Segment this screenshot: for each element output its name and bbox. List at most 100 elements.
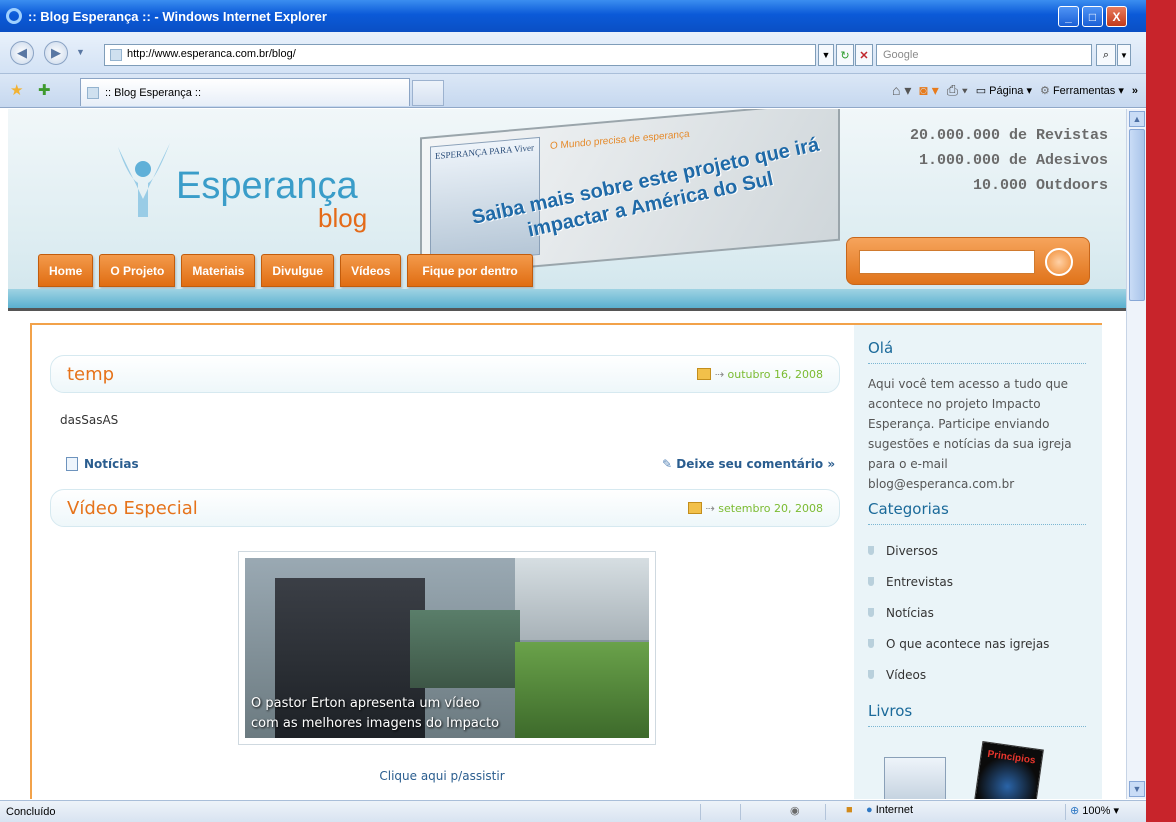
tools-menu[interactable]: ⚙ Ferramentas ▾ <box>1040 84 1124 97</box>
video-caption: O pastor Erton apresenta um vídeo com as… <box>251 694 499 734</box>
category-label: Notícias <box>886 605 934 620</box>
post-title[interactable]: Vídeo Especial <box>67 498 198 519</box>
protected-mode-icon[interactable]: ■ <box>846 804 853 816</box>
video-thumbnail[interactable]: O pastor Erton apresenta um vídeo com as… <box>238 551 656 745</box>
category-item[interactable]: Vídeos <box>868 659 1086 690</box>
site-search <box>846 237 1090 285</box>
page-icon: ▭ <box>975 85 990 97</box>
address-dropdown-button[interactable]: ▼ <box>818 44 834 66</box>
minimize-button[interactable]: _ <box>1058 6 1079 27</box>
main-nav: Home O Projeto Materiais Divulgue Vídeos… <box>38 254 533 287</box>
address-url: http://www.esperanca.com.br/blog/ <box>127 48 296 60</box>
page-viewport: Esperança blog ESPERANÇA PARA Viver O Mu… <box>8 109 1126 799</box>
browser-window: :: Blog Esperança :: - Windows Internet … <box>0 0 1146 822</box>
search-icon[interactable]: ⌕ <box>1096 44 1116 66</box>
more-chevron-icon[interactable]: » <box>1132 85 1138 97</box>
category-label: O que acontece nas igrejas <box>886 636 1050 651</box>
zoom-control[interactable]: ⊕ 100% ▾ <box>1070 804 1119 817</box>
status-divider <box>1065 804 1066 820</box>
ie-logo-icon <box>6 8 22 24</box>
site-search-button[interactable] <box>1045 248 1073 276</box>
vertical-scrollbar[interactable]: ▲ ▼ <box>1126 109 1146 799</box>
nav-projeto[interactable]: O Projeto <box>99 254 176 287</box>
nav-materiais[interactable]: Materiais <box>181 254 256 287</box>
page-menu[interactable]: ▭ Página ▾ <box>976 84 1032 97</box>
crowd-photo <box>515 642 649 738</box>
status-divider <box>700 804 701 820</box>
feeds-icon[interactable]: ◙ ▾ <box>919 82 938 99</box>
scroll-down-icon[interactable]: ▼ <box>1129 781 1145 797</box>
category-label: Vídeos <box>886 667 927 682</box>
post-title[interactable]: temp <box>67 364 114 385</box>
new-tab-button[interactable] <box>412 80 444 106</box>
sidebar-books-title: Livros <box>868 702 1086 727</box>
zone-text: Internet <box>875 804 914 816</box>
nav-videos[interactable]: Vídeos <box>340 254 402 287</box>
forward-button[interactable]: ▶ <box>44 41 68 65</box>
privacy-icon[interactable]: ◉ <box>790 804 800 817</box>
bullet-icon <box>868 546 874 555</box>
billboard-mundo-text: O Mundo precisa de esperança <box>550 128 690 152</box>
command-bar: ⌂ ▾ ◙ ▾ ⎙ ▾ ▭ Página ▾ ⚙ Ferramentas ▾ » <box>892 82 1138 99</box>
close-button[interactable]: X <box>1106 6 1127 27</box>
address-toolbar: ◀ ▶ ▼ http://www.esperanca.com.br/blog/ … <box>0 32 1146 74</box>
book-principios-thumbnail[interactable]: Princípios <box>974 740 1044 799</box>
site-search-input[interactable] <box>859 250 1035 274</box>
project-stats: 20.000.000 de Revistas 1.000.000 de Ades… <box>808 123 1108 198</box>
stop-button[interactable]: ✕ <box>855 44 873 66</box>
nav-fique-por-dentro[interactable]: Fique por dentro <box>407 254 533 287</box>
category-item[interactable]: O que acontece nas igrejas <box>868 628 1086 659</box>
zone-indicator[interactable]: ● Internet <box>866 804 913 816</box>
category-item[interactable]: Entrevistas <box>868 566 1086 597</box>
video-caption-line2: com as melhores imagens do Impacto <box>251 716 500 731</box>
scrollbar-thumb[interactable] <box>1129 129 1145 301</box>
comment-link[interactable]: ✎ Deixe seu comentário » <box>662 457 835 471</box>
category-label: Diversos <box>886 543 938 558</box>
snow-photo <box>515 558 649 640</box>
nav-divulgue[interactable]: Divulgue <box>261 254 335 287</box>
bullet-icon <box>868 608 874 617</box>
category-item[interactable]: Notícias <box>868 597 1086 628</box>
status-text: Concluído <box>6 805 56 818</box>
sidebar-categories-title: Categorias <box>868 500 1086 525</box>
page-favicon-icon <box>110 49 122 61</box>
post-category-link[interactable]: Notícias <box>66 457 139 471</box>
tab-favicon-icon <box>87 87 99 99</box>
logo-text: Esperança <box>176 165 358 207</box>
calendar-icon <box>696 368 711 380</box>
search-input[interactable]: Google <box>876 44 1092 66</box>
logo-sub: blog <box>318 203 368 233</box>
print-icon[interactable]: ⎙ ▾ <box>947 82 968 99</box>
address-bar[interactable]: http://www.esperanca.com.br/blog/ <box>104 44 816 66</box>
window-title: :: Blog Esperança :: - Windows Internet … <box>28 8 327 24</box>
bullet-icon <box>868 577 874 586</box>
nav-home[interactable]: Home <box>38 254 94 287</box>
book-viver-thumbnail[interactable] <box>884 757 946 799</box>
status-divider <box>825 804 826 820</box>
site-header: Esperança blog ESPERANÇA PARA Viver O Mu… <box>8 109 1126 311</box>
home-icon[interactable]: ⌂ ▾ <box>892 82 911 99</box>
category-label: Entrevistas <box>886 574 953 589</box>
refresh-button[interactable]: ↻ <box>836 44 854 66</box>
category-list: Diversos Entrevistas Notícias O que acon… <box>868 535 1086 690</box>
comment-link-text: Deixe seu comentário » <box>676 457 836 471</box>
category-item[interactable]: Diversos <box>868 535 1086 566</box>
tab-label: :: Blog Esperança :: <box>105 87 201 99</box>
history-dropdown-icon[interactable]: ▼ <box>76 47 85 57</box>
vehicle-photo <box>410 610 520 688</box>
scroll-up-icon[interactable]: ▲ <box>1129 111 1145 127</box>
maximize-button[interactable]: □ <box>1082 6 1103 27</box>
back-button[interactable]: ◀ <box>10 41 34 65</box>
tab-blog[interactable]: :: Blog Esperança :: <box>80 78 410 106</box>
site-logo[interactable]: Esperança blog <box>88 119 398 233</box>
post-header: Vídeo Especial ⇢ setembro 20, 2008 <box>50 489 840 527</box>
add-favorites-icon[interactable]: ✚ <box>38 81 51 99</box>
search-options-button[interactable]: ▼ <box>1117 44 1131 66</box>
sidebar-hello-title: Olá <box>868 339 1086 364</box>
favorites-star-icon[interactable]: ★ <box>10 81 23 99</box>
post-date-text: outubro 16, 2008 <box>727 368 823 381</box>
video-caption-line1: O pastor Erton apresenta um vídeo <box>251 696 480 711</box>
post-body: dasSasAS <box>60 413 119 427</box>
page-menu-label: Página <box>989 85 1024 97</box>
watch-link[interactable]: Clique aqui p/assistir <box>32 769 852 783</box>
